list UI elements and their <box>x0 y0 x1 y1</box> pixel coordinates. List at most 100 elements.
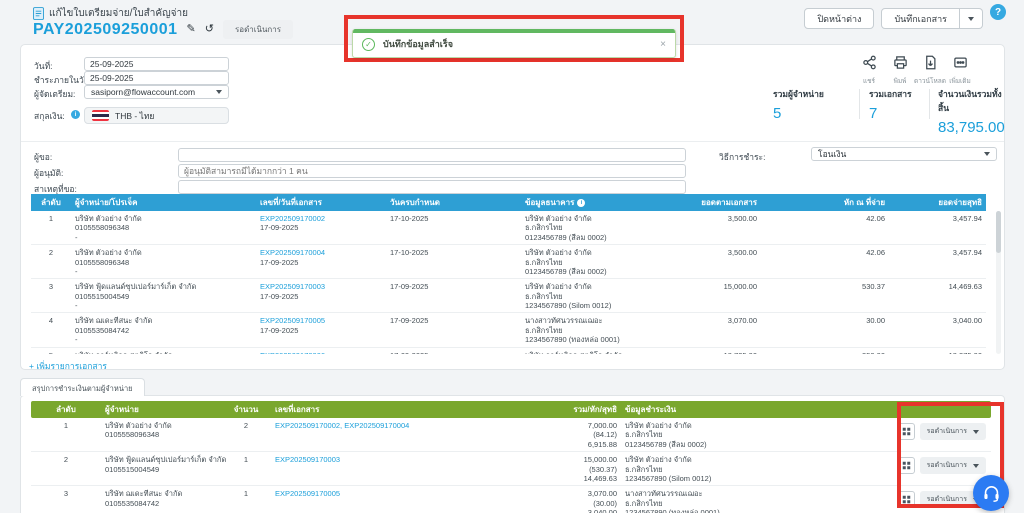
text-line: นางสาวทัศนวรรณเฌอะ <box>525 316 672 325</box>
toast-close-icon[interactable]: × <box>660 39 666 50</box>
document-number-link[interactable]: EXP202509170004 <box>260 248 382 257</box>
column-header: ผู้จำหน่าย/โปรเจ็ค <box>71 196 256 209</box>
close-window-button[interactable]: ปิดหน้าต่าง <box>804 8 874 29</box>
stat-grand-total: จำนวนเงินรวมทั้งสิ้น 83,795.00 <box>938 87 1005 136</box>
stat-value: 83,795.00 <box>938 119 1005 136</box>
preparer-select[interactable]: sasiporn@flowaccount.com <box>84 85 229 99</box>
more-button[interactable]: เพิ่มเติม <box>943 55 977 86</box>
payment-info-cell: บริษัท ตัวอย่าง จำกัดธ.กสิกรไทย123456789… <box>621 452 866 485</box>
payment-info-cell: นางสาวทัศนวรรณเฌอะธ.กสิกรไทย1234567890 (… <box>621 486 866 513</box>
save-document-button[interactable]: บันทึกเอกสาร <box>881 8 960 29</box>
table-row: 2บริษัท ตัวอย่าง จำกัด0105558096348-EXP2… <box>31 245 986 279</box>
amounts-cell: 15,000.00(530.37)14,469.63 <box>456 452 621 485</box>
page-title: แก้ไขใบเตรียมจ่าย/ใบสำคัญจ่าย <box>33 6 188 21</box>
stat-value: 7 <box>869 105 912 122</box>
stat-label: รวมเอกสาร <box>869 87 912 101</box>
amount-cell: 3,070.00 <box>676 313 761 346</box>
vendor-cell: บริษัท อาร์ทติจูด สตูดิโอ จำกัด010555601… <box>71 348 256 355</box>
requester-input[interactable] <box>178 148 686 162</box>
text-line: บริษัท ตัวอย่าง จำกัด <box>525 282 672 291</box>
vendor-cell: บริษัท ฟู้ดแลนด์ซุปเปอร์มาร์เก็ต จำกัด01… <box>71 279 256 312</box>
amount-cell: 15,000.00 <box>676 279 761 312</box>
tab-payment-summary[interactable]: สรุปการชำระเงินตามผู้จำหน่าย <box>20 378 145 396</box>
share-button[interactable]: แชร์ <box>852 55 886 86</box>
document-cell: EXP20250917000617-09-2025 <box>256 348 386 355</box>
text-line: - <box>75 335 252 344</box>
due-date-cell: 17-09-2025 <box>386 348 521 355</box>
currency-label: สกุลเงิน: <box>34 109 65 123</box>
text-line: 7,000.00 <box>460 421 617 430</box>
help-button[interactable]: ? <box>990 4 1006 20</box>
payment-method-label: วิธีการชำระ: <box>719 150 765 164</box>
annotation-box-toast: ✓ บันทึกข้อมูลสำเร็จ × <box>344 15 684 62</box>
document-number-link[interactable]: EXP202509170005 <box>260 316 382 325</box>
download-button[interactable]: ดาวน์โหลด <box>913 55 947 86</box>
payment-method-select[interactable]: โอนเงิน <box>811 147 997 161</box>
currency-value: THB - ไทย <box>115 109 154 123</box>
bank-info-cell: นางสาวทัศนวรรณเฌอะธ.กสิกรไทย1234567890 (… <box>521 313 676 346</box>
text-line: 0105558096348 <box>75 223 252 232</box>
voucher-detail-card: วันที่: ชำระภายในวันที่: ผู้จัดเตรียม: s… <box>20 44 1005 370</box>
more-label: เพิ่มเติม <box>943 76 977 86</box>
stat-total-vendors: รวมผู้จำหน่าย 5 <box>773 87 824 122</box>
document-number-link[interactable]: EXP202509170002 <box>260 214 382 223</box>
currency-field: THB - ไทย <box>84 107 229 124</box>
withholding-cell: 530.37 <box>761 279 889 312</box>
chevron-down-icon <box>984 152 990 156</box>
approver-input[interactable] <box>178 164 686 178</box>
document-numbers-link[interactable]: EXP202509170003 <box>275 455 452 464</box>
text-line: บริษัท ตัวอย่าง จำกัด <box>525 214 672 223</box>
column-header: ผู้จำหน่าย <box>101 403 221 416</box>
column-header: ลำดับ <box>31 196 71 209</box>
text-line: บริษัท ตัวอย่าง จำกัด <box>525 248 672 257</box>
stat-label: รวมผู้จำหน่าย <box>773 87 824 101</box>
column-header: ยอดจ่ายสุทธิ <box>889 196 986 209</box>
print-button[interactable]: พิมพ์ <box>883 55 917 86</box>
divider <box>929 89 930 119</box>
stat-value: 5 <box>773 105 824 122</box>
date-input[interactable] <box>84 57 229 71</box>
date-label: วันที่: <box>34 59 53 73</box>
add-document-item-link[interactable]: + เพิ่มรายการเอกสาร <box>29 359 107 373</box>
history-icon[interactable]: ↺ <box>205 24 214 35</box>
due-date-cell: 17-09-2025 <box>386 279 521 312</box>
text-line: 0105515004549 <box>75 292 252 301</box>
document-date: 17-09-2025 <box>260 223 382 232</box>
document-number-link[interactable]: EXP202509170006 <box>260 351 382 355</box>
text-line: ธ.กสิกรไทย <box>525 258 672 267</box>
text-line: บริษัท ฌเดะทีสนะ จำกัด <box>105 489 217 498</box>
table-row: 3บริษัท ฟู้ดแลนด์ซุปเปอร์มาร์เก็ต จำกัด0… <box>31 279 986 313</box>
table-scrollbar <box>996 211 1001 354</box>
document-cell: EXP20250917000317-09-2025 <box>256 279 386 312</box>
document-cell: EXP202509170002, EXP202509170004 <box>271 418 456 451</box>
row-number: 3 <box>31 279 71 312</box>
text-line: 3,040.00 <box>460 508 617 513</box>
net-amount-cell: 14,469.63 <box>889 279 986 312</box>
pay-within-input[interactable] <box>84 71 229 85</box>
text-line: ธ.กสิกรไทย <box>625 499 862 508</box>
amount-cell: 3,500.00 <box>676 245 761 278</box>
text-line: บริษัท ตัวอย่าง จำกัด <box>75 248 252 257</box>
text-line: (30.00) <box>460 499 617 508</box>
document-icon <box>33 7 44 20</box>
toast-message: บันทึกข้อมูลสำเร็จ <box>383 37 652 51</box>
column-header: จำนวน <box>221 403 271 416</box>
vendor-cell: บริษัท ฟู้ดแลนด์ซุปเปอร์มาร์เก็ต จำกัด01… <box>101 452 221 485</box>
headset-icon <box>982 484 1001 503</box>
text-line: 0105558096348 <box>105 430 217 439</box>
reason-input[interactable] <box>178 180 686 194</box>
amount-cell: 3,500.00 <box>676 211 761 244</box>
support-chat-button[interactable] <box>973 475 1009 511</box>
column-header: ลำดับ <box>31 403 101 416</box>
scrollbar-thumb[interactable] <box>996 211 1001 253</box>
row-number: 1 <box>31 211 71 244</box>
document-number-link[interactable]: EXP202509170003 <box>260 282 382 291</box>
document-numbers-link[interactable]: EXP202509170002, EXP202509170004 <box>275 421 452 430</box>
column-header: ข้อมูลชำระเงิน <box>621 403 866 416</box>
save-options-chevron-button[interactable] <box>960 8 983 29</box>
text-line: บริษัท ตัวอย่าง จำกัด <box>625 455 862 464</box>
table-row: 3บริษัท ฌเดะทีสนะ จำกัด01055350847421EXP… <box>31 486 991 513</box>
vendor-cell: บริษัท ตัวอย่าง จำกัด0105558096348 <box>101 418 221 451</box>
edit-icon[interactable]: ✎ <box>187 24 196 35</box>
document-numbers-link[interactable]: EXP202509170005 <box>275 489 452 498</box>
